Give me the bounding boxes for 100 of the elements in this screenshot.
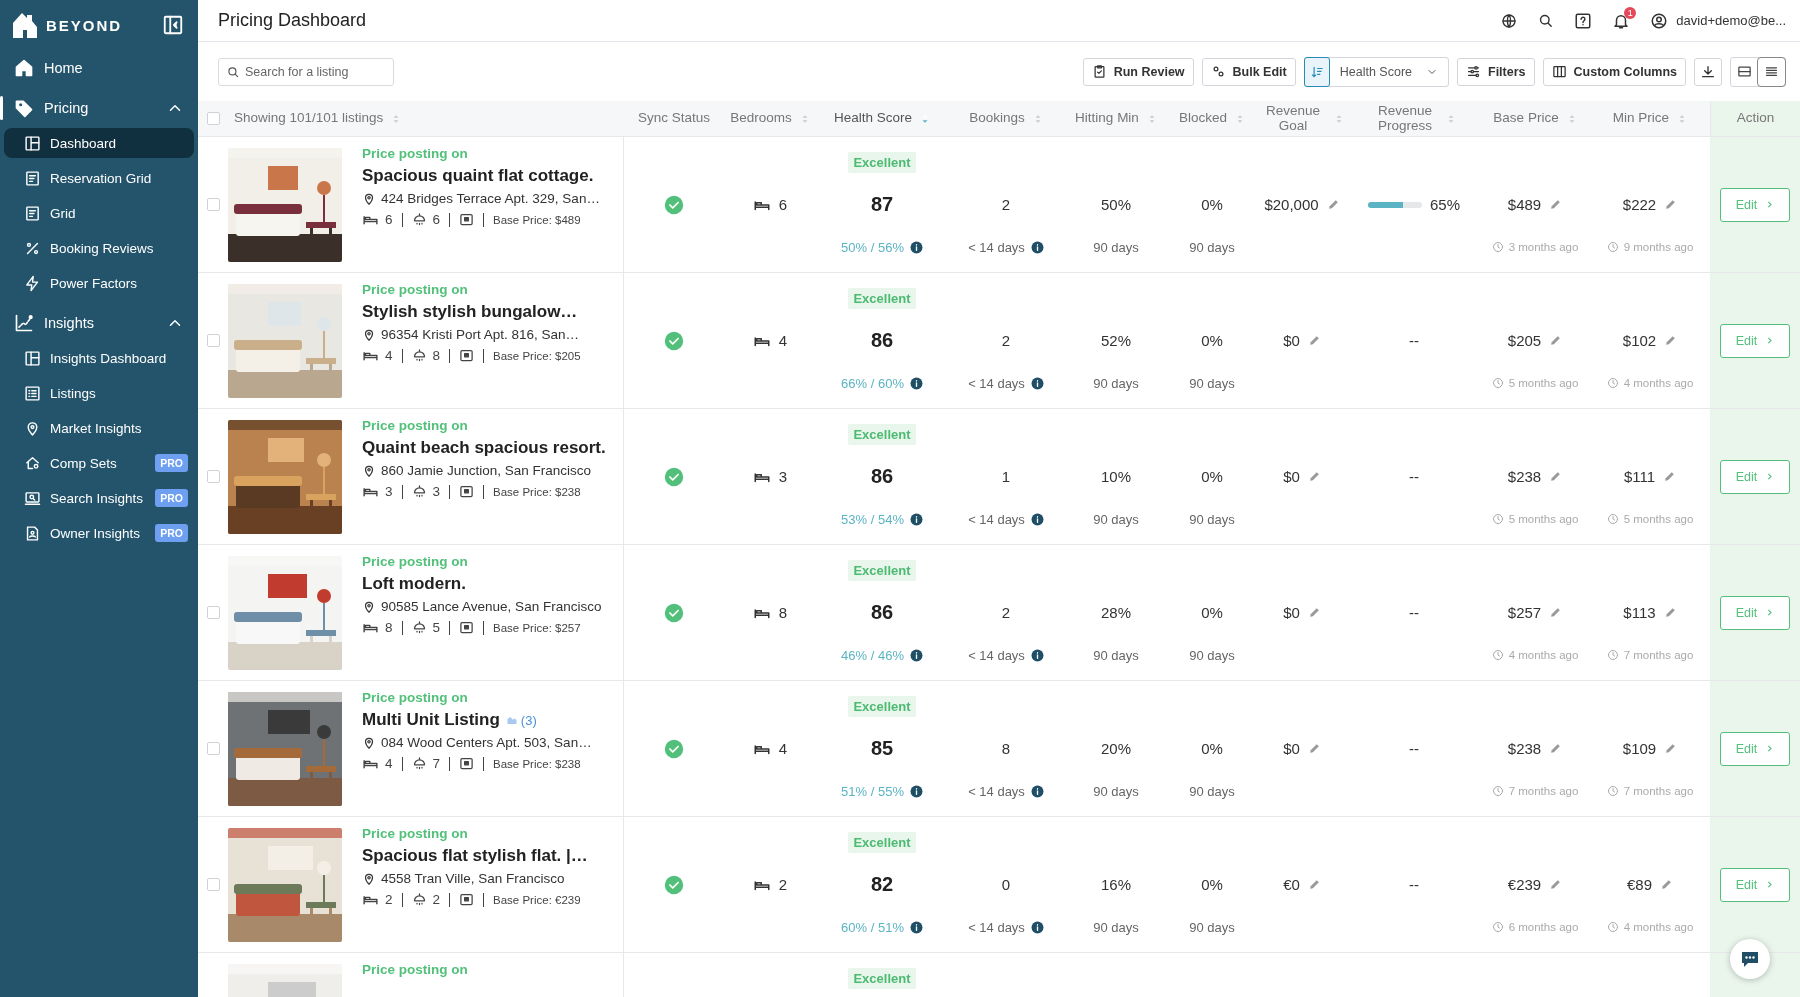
table-cell: 3 bbox=[778, 468, 788, 485]
listing-title[interactable]: Spacious quaint flat cottage. bbox=[362, 166, 594, 186]
tv-icon bbox=[459, 620, 475, 635]
pencil-icon[interactable] bbox=[1549, 334, 1563, 347]
pencil-icon[interactable] bbox=[1549, 606, 1563, 619]
pencil-icon[interactable] bbox=[1307, 334, 1321, 347]
table-cell: < 14 days bbox=[968, 647, 1025, 663]
pencil-icon[interactable] bbox=[1326, 198, 1340, 211]
filters-button[interactable]: Filters bbox=[1457, 57, 1535, 86]
pencil-icon[interactable] bbox=[1307, 878, 1321, 891]
toolbar-button[interactable]: Bulk Edit bbox=[1201, 57, 1296, 86]
pencil-icon[interactable] bbox=[1664, 198, 1678, 211]
chevron-right-icon bbox=[1765, 200, 1775, 209]
updated-time: 7 months ago bbox=[1623, 649, 1694, 661]
table-cell: 0% bbox=[1201, 740, 1223, 757]
custom-columns-button[interactable]: Custom Columns bbox=[1542, 57, 1686, 86]
pencil-icon[interactable] bbox=[1664, 742, 1678, 755]
column-header[interactable]: Bedrooms bbox=[730, 111, 792, 126]
column-header[interactable]: Base Price bbox=[1493, 111, 1559, 126]
globe-icon[interactable] bbox=[1501, 12, 1518, 29]
column-header[interactable]: Health Score bbox=[833, 111, 912, 126]
health-label: Excellent bbox=[848, 559, 916, 581]
pencil-icon[interactable] bbox=[1549, 198, 1563, 211]
health-score: 85 bbox=[870, 737, 894, 760]
table-cell: 90 days bbox=[1189, 511, 1235, 527]
column-header[interactable]: Revenue Goal bbox=[1260, 104, 1326, 133]
nav-item[interactable]: Insights Dashboard bbox=[4, 343, 194, 373]
pencil-icon[interactable] bbox=[1663, 470, 1677, 483]
clipboard-check-icon bbox=[1091, 64, 1107, 79]
checkbox[interactable] bbox=[206, 606, 220, 619]
checkbox[interactable] bbox=[206, 112, 220, 125]
download-button[interactable] bbox=[1694, 57, 1722, 86]
table-cell: 4 bbox=[778, 740, 788, 757]
column-header[interactable]: Bookings bbox=[969, 111, 1025, 126]
column-header[interactable]: Revenue Progress bbox=[1372, 104, 1438, 133]
nav-section[interactable]: Insights bbox=[0, 303, 198, 343]
shower-icon bbox=[411, 348, 427, 363]
toolbar-button[interactable]: Run Review bbox=[1082, 57, 1194, 86]
bath-count: 2 bbox=[432, 892, 441, 907]
checkbox[interactable] bbox=[206, 470, 220, 483]
pencil-icon[interactable] bbox=[1307, 470, 1321, 483]
search-field[interactable]: Search for a listing bbox=[218, 57, 394, 86]
pencil-icon[interactable] bbox=[1549, 470, 1563, 483]
checkbox[interactable] bbox=[206, 742, 220, 755]
user-avatar-icon[interactable] bbox=[1650, 11, 1669, 30]
bed-count: 3 bbox=[385, 484, 393, 499]
listing-address: 96354 Kristi Port Apt. 816, San… bbox=[381, 327, 580, 342]
nav-item[interactable]: Market Insights bbox=[4, 413, 194, 443]
column-header: Sync Status bbox=[637, 111, 710, 126]
nav-item[interactable]: Owner Insights PRO bbox=[4, 518, 194, 548]
pencil-icon[interactable] bbox=[1664, 334, 1678, 347]
table-cell: 2 bbox=[1001, 196, 1011, 213]
table-cell: 4 bbox=[778, 332, 788, 349]
nav-item[interactable]: Booking Reviews bbox=[4, 233, 194, 263]
nav-section[interactable]: Home bbox=[0, 48, 198, 88]
pencil-icon[interactable] bbox=[1549, 742, 1563, 755]
listing-title[interactable]: Multi Unit Listing bbox=[362, 710, 500, 730]
column-header[interactable]: Blocked bbox=[1179, 111, 1227, 126]
home-icon bbox=[14, 58, 34, 78]
unit-count[interactable]: (3) bbox=[520, 712, 537, 728]
listing-title[interactable]: Quaint beach spacious resort. bbox=[362, 438, 606, 458]
pencil-icon[interactable] bbox=[1549, 878, 1563, 891]
column-header[interactable]: Hitting Min bbox=[1075, 111, 1139, 126]
pro-badge: PRO bbox=[155, 489, 188, 507]
nav-item[interactable]: Reservation Grid bbox=[4, 163, 194, 193]
checkbox[interactable] bbox=[206, 878, 220, 891]
table-cell: 0% bbox=[1201, 196, 1223, 213]
nav-item[interactable]: Search Insights PRO bbox=[4, 483, 194, 513]
collapse-sidebar-icon[interactable] bbox=[162, 14, 184, 36]
bed-count: 6 bbox=[385, 212, 393, 227]
columns-icon bbox=[1551, 64, 1567, 79]
listing-title[interactable]: Spacious flat stylish flat. |… bbox=[362, 846, 588, 866]
nav-item[interactable]: Listings bbox=[4, 378, 194, 408]
bath-count: 3 bbox=[432, 484, 441, 499]
base-price-label: Base Price: $489 bbox=[493, 213, 581, 226]
pencil-icon[interactable] bbox=[1307, 606, 1321, 619]
pencil-icon[interactable] bbox=[1660, 878, 1673, 891]
health-label: Excellent bbox=[848, 423, 916, 445]
listing-title[interactable]: Loft modern. bbox=[362, 574, 466, 594]
nav-item[interactable]: Comp Sets PRO bbox=[4, 448, 194, 478]
pencil-icon[interactable] bbox=[1307, 742, 1321, 755]
brand-name: BEYOND bbox=[46, 16, 123, 34]
pencil-icon[interactable] bbox=[1663, 606, 1677, 619]
view-toggle[interactable] bbox=[1758, 57, 1785, 86]
table-cell: 8 bbox=[1001, 740, 1011, 757]
nav-item[interactable]: Dashboard bbox=[4, 128, 194, 158]
help-icon[interactable] bbox=[1574, 11, 1593, 30]
nav-item[interactable]: Power Factors bbox=[4, 268, 194, 298]
nav-section[interactable]: Pricing bbox=[0, 88, 198, 128]
checkbox[interactable] bbox=[206, 334, 220, 347]
checkbox[interactable] bbox=[206, 198, 220, 211]
user-email[interactable]: david+demo@be... bbox=[1676, 13, 1786, 28]
column-header[interactable]: Showing 101/101 listings bbox=[234, 111, 384, 126]
listing-title[interactable]: Stylish stylish bungalow… bbox=[362, 302, 578, 322]
table-cell: 90 days bbox=[1189, 919, 1235, 935]
search-icon[interactable] bbox=[1537, 12, 1555, 29]
sort-direction-button[interactable] bbox=[1303, 56, 1330, 87]
tag-icon bbox=[14, 98, 34, 118]
column-header[interactable]: Min Price bbox=[1612, 111, 1670, 126]
nav-item[interactable]: Grid bbox=[4, 198, 194, 228]
